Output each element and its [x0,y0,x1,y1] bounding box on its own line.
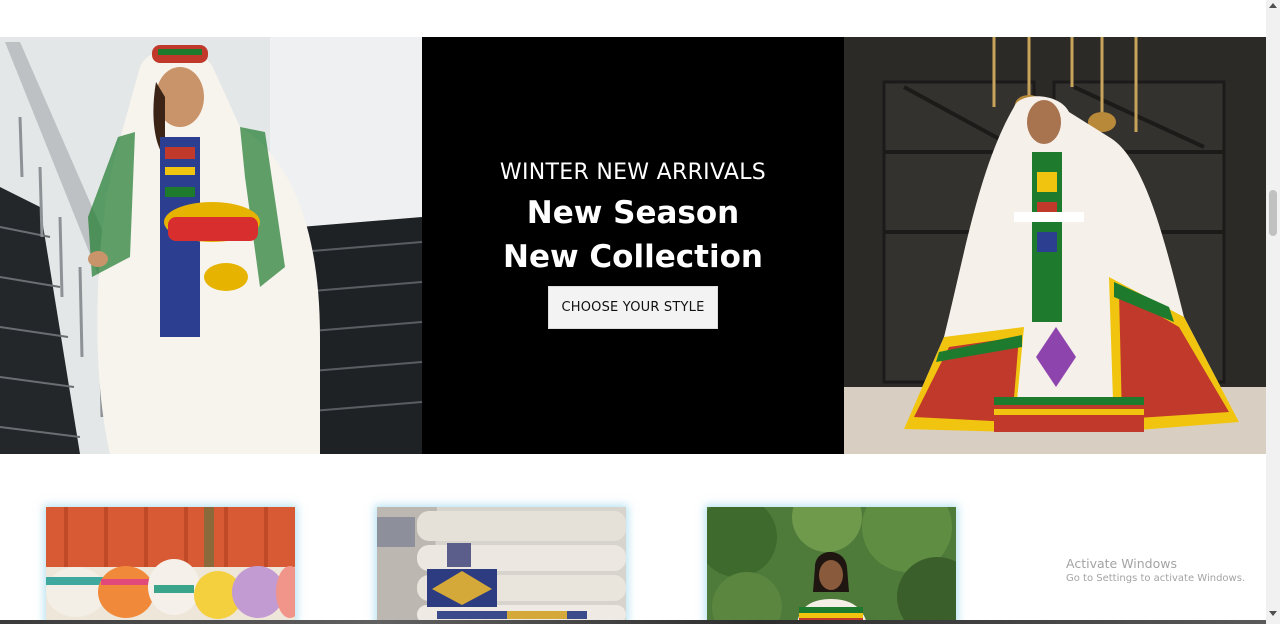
taskbar-edge [0,620,1266,624]
watermark-title: Activate Windows [1066,556,1177,571]
product-image-3 [707,507,956,624]
hero-text-panel: WINTER NEW ARRIVALS New Season New Colle… [422,37,844,454]
choose-your-style-button[interactable]: CHOOSE YOUR STYLE [548,285,718,329]
product-card-1[interactable] [46,507,295,624]
hero-left-photo [0,37,422,454]
hero-banner: WINTER NEW ARRIVALS New Season New Colle… [0,37,1266,454]
hero-right-image [844,37,1266,454]
product-card-2[interactable] [377,507,626,624]
hero-right-photo [844,37,1266,454]
hero-title-line2: New Collection [503,238,763,275]
product-card-3[interactable] [707,507,956,624]
scroll-down-arrow-icon[interactable] [1269,611,1277,616]
product-image-1 [46,507,295,624]
page: WINTER NEW ARRIVALS New Season New Colle… [0,0,1280,624]
hero-kicker: WINTER NEW ARRIVALS [499,160,767,186]
activate-windows-watermark: Activate Windows Go to Settings to activ… [1066,556,1245,584]
product-image-2 [377,507,626,624]
hero-left-image [0,37,422,454]
watermark-subtitle: Go to Settings to activate Windows. [1066,573,1246,584]
vertical-scrollbar[interactable] [1266,0,1280,624]
scroll-up-arrow-icon[interactable] [1269,3,1277,8]
hero-title-line1: New Season [526,195,740,232]
scroll-thumb[interactable] [1269,190,1277,236]
